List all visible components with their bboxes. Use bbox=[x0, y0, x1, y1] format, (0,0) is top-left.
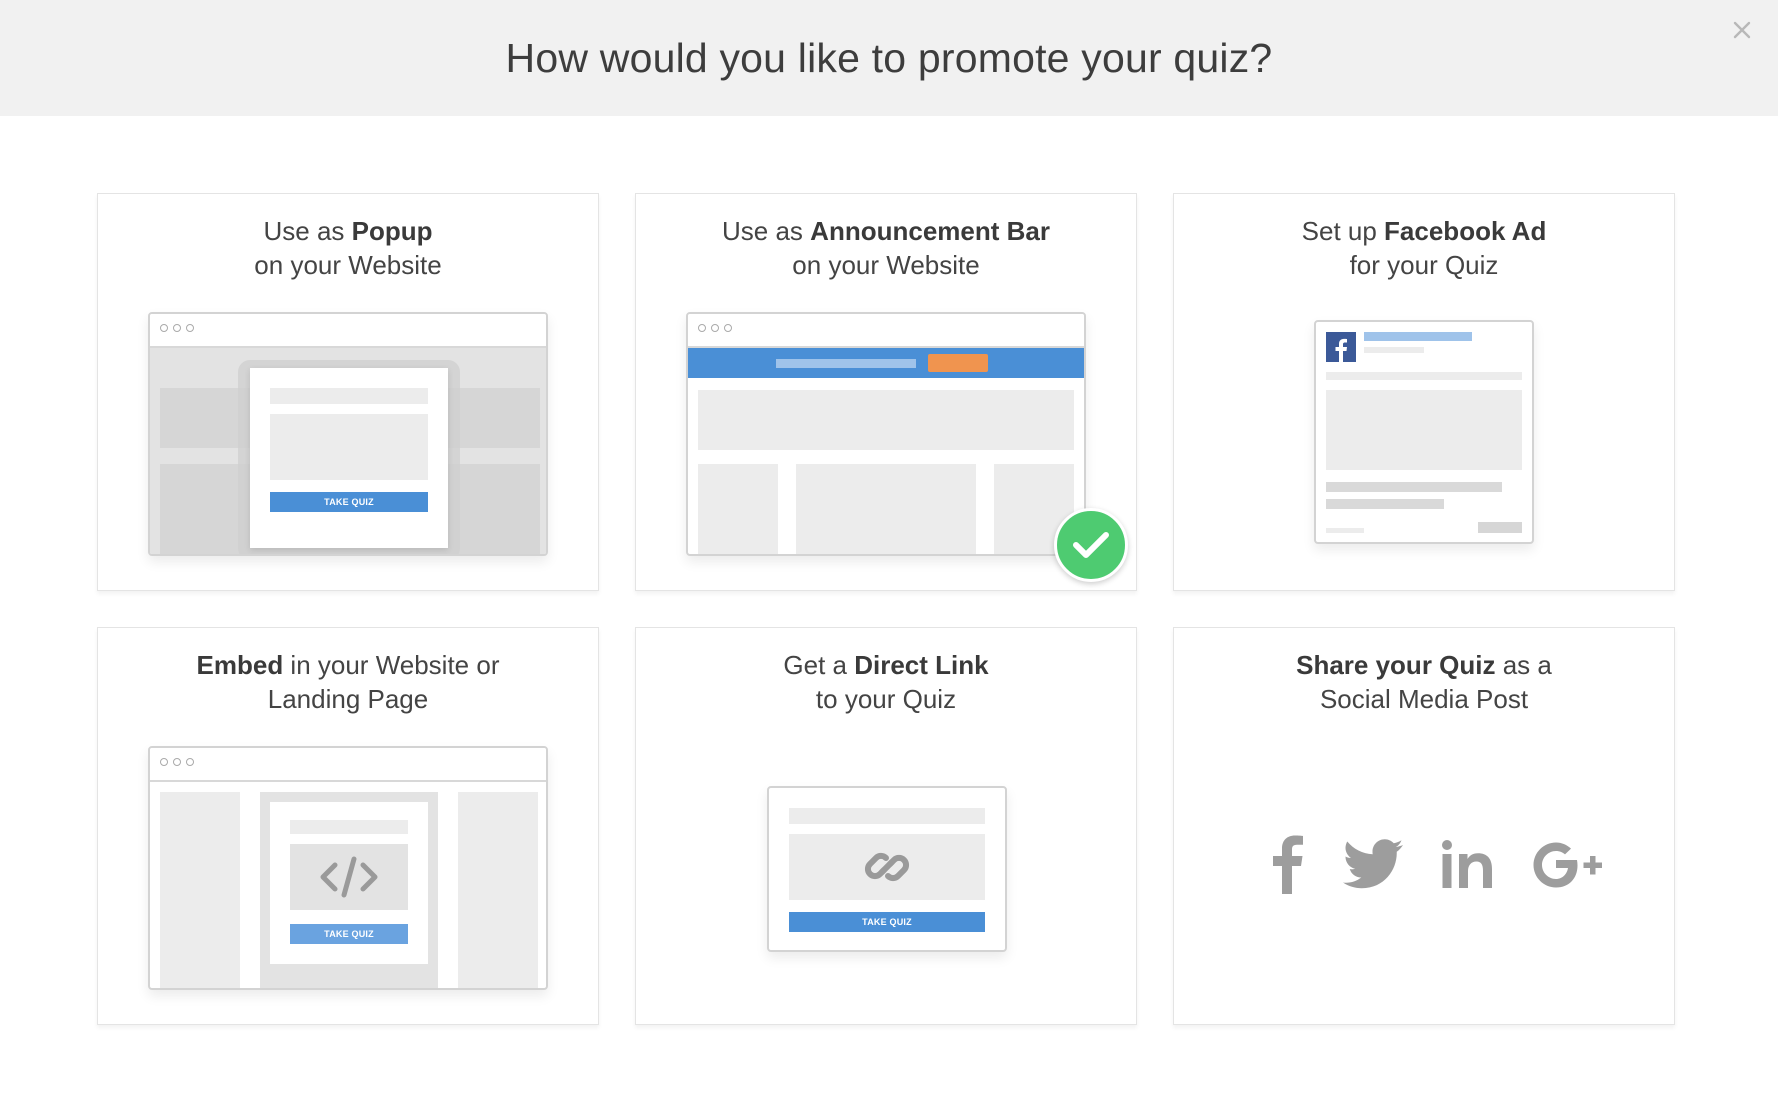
card-title-bold: Popup bbox=[351, 216, 433, 246]
window-dots-icon bbox=[160, 758, 194, 766]
card-subtitle: on your Website bbox=[792, 250, 980, 280]
card-title-bold: Share your Quiz bbox=[1296, 650, 1496, 680]
facebook-icon bbox=[1258, 834, 1318, 894]
link-icon bbox=[789, 834, 985, 900]
take-quiz-button-illustration: TAKE QUIZ bbox=[290, 924, 408, 944]
social-icons bbox=[1258, 834, 1618, 894]
modal-title: How would you like to promote your quiz? bbox=[505, 34, 1273, 81]
card-title: Set up Facebook Ad for your Quiz bbox=[1174, 214, 1674, 282]
card-subtitle: to your Quiz bbox=[815, 684, 957, 714]
facebook-logo-icon bbox=[1326, 332, 1356, 362]
card-title: Share your Quiz as a Social Media Post bbox=[1174, 648, 1674, 716]
take-quiz-button-illustration: TAKE QUIZ bbox=[789, 912, 985, 932]
option-card-direct-link[interactable]: Get a Direct Link to your Quiz TAKE QUIZ bbox=[635, 627, 1137, 1025]
twitter-icon bbox=[1328, 839, 1418, 889]
popup-illustration: TAKE QUIZ bbox=[148, 312, 548, 556]
facebook-ad-illustration bbox=[1314, 320, 1534, 544]
card-title-bold: Embed bbox=[196, 650, 284, 680]
card-subtitle: for your Quiz bbox=[1349, 250, 1499, 280]
option-card-popup[interactable]: Use as Popup on your Website TAKE QUIZ bbox=[97, 193, 599, 591]
linkedin-icon bbox=[1422, 839, 1512, 889]
card-subtitle: Landing Page bbox=[267, 684, 429, 714]
card-title-bold: Direct Link bbox=[854, 650, 989, 680]
card-title-text: Use as bbox=[722, 216, 811, 246]
option-card-embed[interactable]: Embed in your Website or Landing Page TA… bbox=[97, 627, 599, 1025]
card-title-bold: Announcement Bar bbox=[810, 216, 1050, 246]
card-title-text: Get a bbox=[783, 650, 855, 680]
window-dots-icon bbox=[698, 324, 732, 332]
take-quiz-button-illustration: TAKE QUIZ bbox=[270, 492, 428, 512]
card-title-text: as a bbox=[1495, 650, 1552, 680]
announcement-bar-illustration bbox=[686, 312, 1086, 556]
option-card-social-media[interactable]: Share your Quiz as a Social Media Post bbox=[1173, 627, 1675, 1025]
google-plus-icon bbox=[1518, 839, 1618, 889]
selected-check-icon bbox=[1054, 508, 1128, 582]
option-card-facebook-ad[interactable]: Set up Facebook Ad for your Quiz bbox=[1173, 193, 1675, 591]
card-title: Get a Direct Link to your Quiz bbox=[636, 648, 1136, 716]
close-icon[interactable] bbox=[1728, 16, 1756, 44]
embed-illustration: TAKE QUIZ bbox=[148, 746, 548, 990]
card-title: Embed in your Website or Landing Page bbox=[98, 648, 598, 716]
card-title: Use as Popup on your Website bbox=[98, 214, 598, 282]
window-dots-icon bbox=[160, 324, 194, 332]
card-subtitle: on your Website bbox=[254, 250, 442, 280]
card-title-text: Use as bbox=[263, 216, 352, 246]
direct-link-illustration: TAKE QUIZ bbox=[767, 786, 1007, 952]
modal-header: How would you like to promote your quiz? bbox=[0, 0, 1778, 116]
card-title-text: in your Website or bbox=[283, 650, 500, 680]
code-icon bbox=[290, 844, 408, 910]
option-card-announcement-bar[interactable]: Use as Announcement Bar on your Website bbox=[635, 193, 1137, 591]
card-title-bold: Facebook Ad bbox=[1384, 216, 1547, 246]
card-title: Use as Announcement Bar on your Website bbox=[636, 214, 1136, 282]
card-subtitle: Social Media Post bbox=[1319, 684, 1529, 714]
card-title-text: Set up bbox=[1301, 216, 1385, 246]
